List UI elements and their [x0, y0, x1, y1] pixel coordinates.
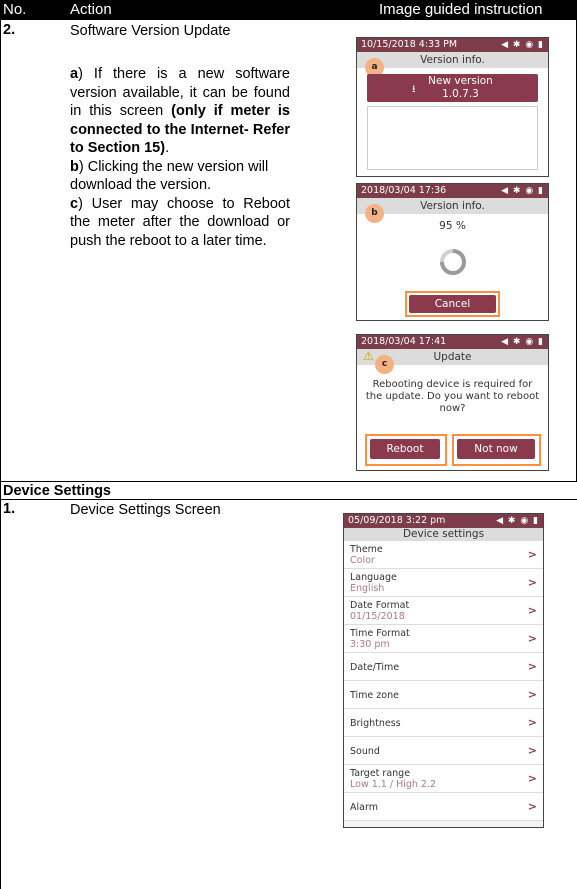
screen-title: Version info. [357, 52, 548, 68]
row-number: 2. [3, 22, 16, 38]
settings-item-label: Theme [350, 544, 383, 555]
letter-a: a [70, 66, 79, 82]
settings-item-value: 01/15/2018 [350, 611, 405, 622]
settings-item-value: English [350, 583, 385, 594]
header-no: No. [3, 1, 27, 18]
not-now-button[interactable]: Not now [457, 439, 535, 459]
paragraph-a: a) If there is a new software version av… [70, 65, 290, 158]
download-percent: 95 % [439, 220, 466, 232]
settings-item-value: Low 1.1 / High 2.2 [350, 779, 437, 790]
settings-item-label: Time Format [350, 628, 410, 639]
para-b-text: ) Clicking the new version will download… [70, 158, 269, 194]
status-bar: 10/15/2018 4:33 PM ◀ ✱ ◉ ▮ [357, 38, 548, 52]
reboot-message: Rebooting device is required for the upd… [365, 379, 540, 414]
row-title: Software Version Update [70, 23, 231, 39]
chevron-right-icon: > [527, 548, 537, 561]
settings-item[interactable]: Alarm > [344, 793, 543, 821]
status-time: 2018/03/04 17:36 [361, 185, 447, 196]
settings-item[interactable]: Theme Color > [344, 541, 543, 569]
row-number: 1. [3, 501, 16, 517]
para-c-text: ) User may choose to Reboot the meter af… [70, 195, 290, 249]
settings-item-label: Target range [350, 768, 411, 779]
settings-item-label: Date/Time [350, 662, 400, 673]
reboot-button[interactable]: Reboot [370, 439, 440, 459]
settings-list: Theme Color > Language English > Date Format 01… [344, 541, 543, 827]
settings-item[interactable]: Brightness > [344, 709, 543, 737]
chevron-right-icon: > [527, 800, 537, 813]
letter-b: b [70, 158, 79, 175]
settings-item[interactable]: Language English > [344, 569, 543, 597]
header-image: Image guided instruction [379, 1, 543, 18]
status-bar: 05/09/2018 3:22 pm ◀ ✱ ◉ ▮ [344, 514, 543, 528]
chevron-right-icon: > [527, 744, 537, 757]
header-action: Action [70, 1, 112, 18]
chevron-right-icon: > [527, 604, 537, 617]
chevron-right-icon: > [527, 576, 537, 589]
settings-item-value: Color [350, 555, 375, 566]
settings-item-label: Language [350, 572, 397, 583]
settings-item[interactable]: Target range Low 1.1 / High 2.2 > [344, 765, 543, 793]
paragraph-b: b) Clicking the new version will downloa… [70, 158, 290, 195]
status-bar: 2018/03/04 17:41 ◀ ✱ ◉ ▮ [357, 335, 548, 349]
status-bar: 2018/03/04 17:36 ◀ ✱ ◉ ▮ [357, 184, 548, 198]
new-version-label: New version [428, 75, 493, 87]
settings-item-label: Time zone [350, 690, 399, 701]
status-time: 05/09/2018 3:22 pm [348, 515, 446, 526]
status-icons: ◀ ✱ ◉ ▮ [501, 337, 544, 347]
status-icons: ◀ ✱ ◉ ▮ [501, 40, 544, 50]
settings-item-label: Date Format [350, 600, 410, 611]
chevron-right-icon: > [527, 716, 537, 729]
row-title: Device Settings Screen [70, 502, 221, 518]
version-list-area [367, 106, 538, 170]
device-settings-screen: 05/09/2018 3:22 pm ◀ ✱ ◉ ▮ Device setting… [343, 513, 544, 828]
cancel-button[interactable]: Cancel [409, 295, 496, 313]
chevron-right-icon: > [527, 688, 537, 701]
section-title: Device Settings [3, 483, 111, 499]
screen-c: 2018/03/04 17:41 ◀ ✱ ◉ ▮ Update ⚠ c Reboo… [356, 334, 549, 471]
settings-item[interactable]: Time Format 3:30 pm > [344, 625, 543, 653]
letter-c: c [70, 195, 79, 212]
download-icon: ⭳ [412, 84, 416, 95]
status-icons: ◀ ✱ ◉ ▮ [501, 186, 544, 196]
settings-item-label: Brightness [350, 718, 401, 729]
screen-title: Device settings [344, 528, 543, 541]
chevron-right-icon: > [527, 660, 537, 673]
settings-item-value: 3:30 pm [350, 639, 390, 650]
settings-item-label: Alarm [350, 802, 378, 813]
screen-title: Version info. [357, 198, 548, 214]
para-a-end: . [165, 140, 170, 156]
settings-item[interactable]: Sound > [344, 737, 543, 765]
new-version-number: 1.0.7.3 [442, 88, 479, 100]
step-badge: c [375, 355, 394, 374]
settings-item[interactable]: Date Format 01/15/2018 > [344, 597, 543, 625]
chevron-right-icon: > [527, 632, 537, 645]
status-time: 10/15/2018 4:33 PM [361, 39, 458, 50]
spinner-icon [440, 249, 466, 275]
screen-b: 2018/03/04 17:36 ◀ ✱ ◉ ▮ Version info. b … [356, 183, 549, 321]
row-description: a) If there is a new software version av… [70, 65, 290, 250]
settings-item-label: Sound [350, 746, 380, 757]
table-header: No. Action Image guided instruction [0, 0, 577, 20]
paragraph-c: c) User may choose to Reboot the meter a… [70, 195, 290, 251]
status-time: 2018/03/04 17:41 [361, 336, 447, 347]
settings-item[interactable]: Date/Time > [344, 653, 543, 681]
screen-a: 10/15/2018 4:33 PM ◀ ✱ ◉ ▮ Version info. … [356, 37, 549, 177]
settings-item[interactable]: Time zone > [344, 681, 543, 709]
chevron-right-icon: > [527, 772, 537, 785]
table-left-border [0, 20, 1, 889]
warning-icon: ⚠ [363, 349, 374, 363]
status-icons: ◀ ✱ ◉ ▮ [496, 516, 539, 526]
new-version-button[interactable]: ⭳ New version 1.0.7.3 [367, 74, 538, 102]
